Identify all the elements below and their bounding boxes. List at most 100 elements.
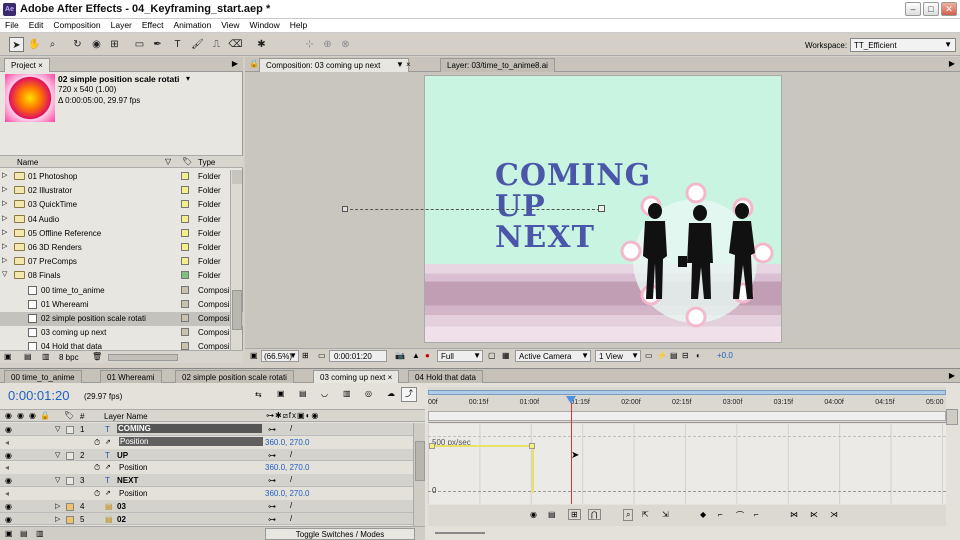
linear-keyframe-icon[interactable]: ⌒ xyxy=(736,510,744,521)
quality-switch-icon[interactable]: / xyxy=(290,514,292,523)
stopwatch-icon[interactable]: ⏱ xyxy=(94,438,100,448)
sort-chevron-icon[interactable]: ▽ xyxy=(165,157,171,166)
menu-animation[interactable]: Animation xyxy=(168,19,216,30)
always-preview-icon[interactable]: ▣ xyxy=(250,351,258,360)
mask-visibility-icon[interactable]: ▭ xyxy=(318,351,326,360)
label-color-swatch[interactable] xyxy=(181,172,189,180)
show-properties-icon[interactable]: ◉ xyxy=(530,510,537,519)
chevron-right-icon[interactable]: ▷ xyxy=(2,228,7,236)
quality-switch-icon[interactable]: / xyxy=(290,501,292,510)
new-folder-icon[interactable]: ▤ xyxy=(24,352,32,361)
layer-row[interactable]: ◉ ▷ 5 ▤ 02 ⊶ / xyxy=(0,512,425,526)
keyframe-handle[interactable] xyxy=(429,443,435,449)
twirl-icon[interactable]: ▽ xyxy=(55,451,60,459)
expand-in-out-icon[interactable]: ▥ xyxy=(36,529,44,538)
menu-view[interactable]: View xyxy=(216,19,244,30)
pan-behind-tool-icon[interactable]: ⊞ xyxy=(107,37,122,52)
property-value[interactable]: 360.0, 270.0 xyxy=(265,438,309,447)
menu-edit[interactable]: Edit xyxy=(24,19,49,30)
close-icon[interactable]: × xyxy=(406,60,411,69)
color-channel-icon[interactable]: ● xyxy=(425,351,430,360)
shy-switch-icon[interactable]: ⊶ xyxy=(268,451,276,460)
timeline-icon[interactable]: ▤ xyxy=(670,351,678,360)
transform-box-icon[interactable]: ⊞ xyxy=(568,509,581,520)
anchor-point[interactable] xyxy=(598,205,605,212)
keyframe-handle[interactable] xyxy=(529,443,535,449)
hand-tool-icon[interactable]: ✋ xyxy=(27,37,42,52)
menu-composition[interactable]: Composition xyxy=(48,19,105,30)
horizontal-scrollbar[interactable] xyxy=(108,354,178,361)
tab-timeline-4[interactable]: 04 Hold that data xyxy=(408,370,483,384)
separate-dimensions-icon[interactable]: ⇲ xyxy=(662,510,669,519)
layer-row[interactable]: ◉ ▽ 3 T NEXT ⊶ / xyxy=(0,474,425,487)
menu-layer[interactable]: Layer xyxy=(106,19,137,30)
brainstorm-icon[interactable]: ☁ xyxy=(387,389,395,398)
easy-ease-out-icon[interactable]: ⋊ xyxy=(830,510,838,519)
draft-3d-icon[interactable]: ▤ xyxy=(299,389,307,398)
easy-ease-in-icon[interactable]: ⋉ xyxy=(810,510,818,519)
menu-help[interactable]: Help xyxy=(285,19,312,30)
trash-icon[interactable]: 🗑 xyxy=(92,352,102,361)
views-select[interactable]: 1 View ▼ xyxy=(595,350,641,362)
show-snapshot-icon[interactable]: ▲ xyxy=(412,351,420,360)
maximize-button[interactable]: □ xyxy=(923,2,939,16)
twirl-icon[interactable]: ▷ xyxy=(55,515,60,523)
chevron-right-icon[interactable]: ▷ xyxy=(2,214,7,222)
chevron-right-icon[interactable]: ▷ xyxy=(2,242,7,250)
frame-blending-icon[interactable]: ▥ xyxy=(343,389,351,398)
live-update-icon[interactable]: ▣ xyxy=(277,389,285,398)
label-color-swatch[interactable] xyxy=(181,257,189,266)
close-button[interactable]: ✕ xyxy=(941,2,957,16)
speed-graph-line[interactable] xyxy=(430,445,534,447)
scrollbar-thumb[interactable] xyxy=(232,290,242,330)
project-item-row[interactable]: 01 Whereami Composi xyxy=(0,298,243,312)
eye-icon[interactable]: ◉ xyxy=(5,451,12,460)
auto-bezier-icon[interactable]: ⌐ xyxy=(754,510,759,519)
graph-toggle-icon[interactable]: ⇗ xyxy=(105,489,111,497)
find-icon[interactable] xyxy=(232,170,242,184)
camera-select[interactable]: Active Camera ▼ xyxy=(515,350,591,362)
property-row[interactable]: ◂ ⏱ ⇗ Position 360.0, 270.0 xyxy=(0,487,425,500)
eye-icon[interactable]: ◉ xyxy=(5,502,12,511)
snapshot-icon[interactable]: 📷 xyxy=(395,351,405,360)
label-color-swatch[interactable] xyxy=(181,214,189,223)
chevron-right-icon[interactable]: ▷ xyxy=(2,256,7,264)
property-row[interactable]: ◂ ⏱ ⇗ Position 360.0, 270.0 xyxy=(0,435,425,449)
transparency-grid-icon[interactable]: ▦ xyxy=(502,351,510,360)
label-color-swatch[interactable] xyxy=(181,314,189,322)
time-navigator[interactable] xyxy=(428,411,946,421)
project-item-row[interactable]: 02 simple position scale rotati Composi xyxy=(0,312,243,327)
rotate-tool-icon[interactable]: ↻ xyxy=(70,37,85,52)
label-color-swatch[interactable] xyxy=(181,271,189,280)
label-color-swatch[interactable] xyxy=(66,426,74,434)
tab-timeline-3[interactable]: 03 coming up next × xyxy=(313,370,400,384)
project-item-row[interactable]: ▽ 08 Finals Folder xyxy=(0,269,243,283)
shy-switch-icon[interactable]: ⊶ xyxy=(268,502,276,511)
label-color-swatch[interactable] xyxy=(181,342,189,350)
label-color-swatch[interactable] xyxy=(181,200,189,209)
shy-switch-icon[interactable]: ⊶ xyxy=(268,425,276,434)
world-axis-icon[interactable]: ⊕ xyxy=(320,37,335,52)
edit-keyframe-icon[interactable]: ◆ xyxy=(700,510,706,519)
zoom-slider[interactable] xyxy=(430,526,490,540)
chevron-right-icon[interactable]: ▽ xyxy=(2,270,7,278)
twirl-icon[interactable]: ▽ xyxy=(55,476,60,484)
zoom-select[interactable]: (66.5%) ▼ xyxy=(261,350,299,362)
rectangle-mask-tool-icon[interactable]: ▭ xyxy=(132,37,147,52)
hide-shy-layers-icon[interactable]: ◡ xyxy=(321,389,328,398)
project-item-row[interactable]: ▷ 03 QuickTime Folder xyxy=(0,198,243,212)
graph-options-icon[interactable]: ▤ xyxy=(548,510,556,519)
pen-tool-icon[interactable]: ✒ xyxy=(150,37,165,52)
quality-switch-icon[interactable]: / xyxy=(290,475,292,484)
graph-editor-button[interactable]: ⤴ xyxy=(401,387,417,402)
fit-selection-icon[interactable]: ⌕ xyxy=(623,509,634,521)
chevron-right-icon[interactable]: ▷ xyxy=(2,185,7,193)
tab-timeline-2[interactable]: 02 simple position scale rotati xyxy=(175,370,294,384)
view-axis-icon[interactable]: ⊗ xyxy=(338,37,353,52)
layer-name[interactable]: COMING xyxy=(117,424,262,433)
fast-previews-icon[interactable]: ⚡ xyxy=(657,351,667,360)
time-ruler[interactable]: 00f 00:15f 01:00f 01:15f 02:00f 02:15f 03:00f 0… xyxy=(428,387,946,423)
bpc-button[interactable]: 8 bpc xyxy=(59,353,79,362)
snap-icon[interactable]: ⋂ xyxy=(588,509,601,520)
comp-flowchart-icon[interactable]: ⊟ xyxy=(682,351,689,360)
